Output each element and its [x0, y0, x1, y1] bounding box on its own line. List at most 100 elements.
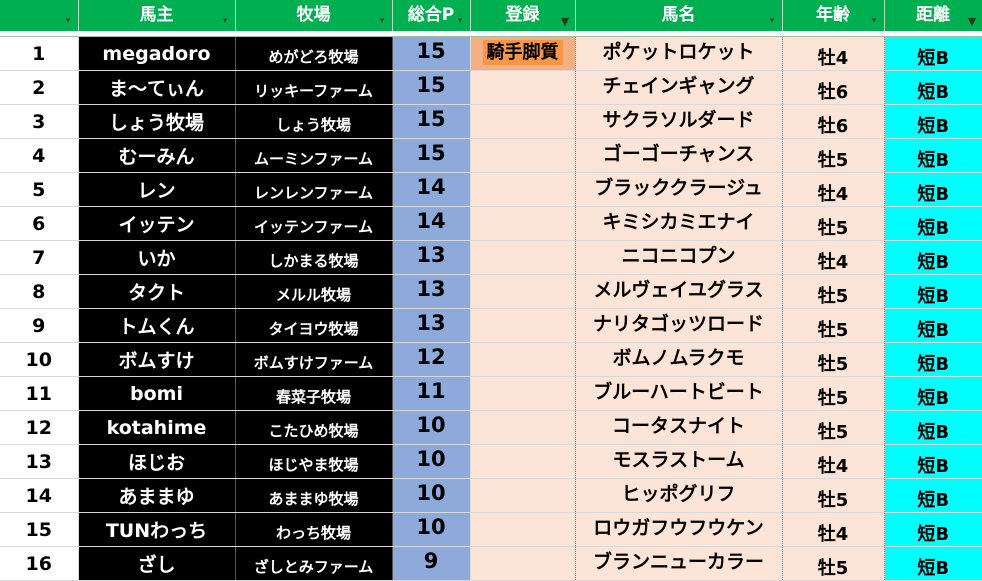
distance-cell[interactable]: 短B — [884, 240, 982, 275]
filter-dropdown-icon[interactable]: ▾ — [375, 14, 390, 28]
registration-cell[interactable] — [470, 104, 576, 139]
distance-cell[interactable]: 短B — [884, 104, 982, 139]
age-cell[interactable]: 牡5 — [782, 206, 885, 241]
filter-dropdown-icon[interactable]: ▾ — [218, 14, 233, 28]
filter-dropdown-icon[interactable]: ▾ — [765, 14, 780, 28]
registration-cell[interactable] — [470, 240, 576, 275]
distance-cell[interactable]: 短B — [884, 206, 982, 241]
filter-active-icon[interactable]: ▼ — [965, 14, 980, 28]
age-cell[interactable]: 牡5 — [782, 410, 885, 445]
owner-cell[interactable]: ざし — [78, 546, 236, 581]
distance-cell[interactable]: 短B — [884, 512, 982, 547]
farm-cell[interactable]: ざしとみファーム — [235, 546, 393, 581]
owner-cell[interactable]: TUNわっち — [78, 512, 236, 547]
farm-cell[interactable]: 春菜子牧場 — [235, 376, 393, 411]
owner-cell[interactable]: あままゆ — [78, 478, 236, 513]
registration-cell[interactable] — [470, 376, 576, 411]
distance-cell[interactable]: 短B — [884, 70, 982, 105]
age-cell[interactable]: 牡5 — [782, 274, 885, 309]
row-number[interactable]: 11 — [0, 376, 79, 411]
filter-active-icon[interactable]: ▼ — [558, 14, 573, 28]
points-cell[interactable]: 13 — [392, 240, 471, 275]
owner-cell[interactable]: ほじお — [78, 444, 236, 479]
horse-name-cell[interactable]: コータスナイト — [575, 410, 783, 445]
points-cell[interactable]: 13 — [392, 274, 471, 309]
age-cell[interactable]: 牡4 — [782, 444, 885, 479]
registration-cell[interactable] — [470, 342, 576, 377]
age-cell[interactable]: 牡4 — [782, 36, 885, 71]
distance-cell[interactable]: 短B — [884, 444, 982, 479]
points-cell[interactable]: 14 — [392, 206, 471, 241]
age-cell[interactable]: 牡5 — [782, 308, 885, 343]
age-cell[interactable]: 牡5 — [782, 342, 885, 377]
farm-cell[interactable]: リッキーファーム — [235, 70, 393, 105]
age-cell[interactable]: 牡5 — [782, 376, 885, 411]
row-number[interactable]: 2 — [0, 70, 79, 105]
distance-cell[interactable]: 短B — [884, 342, 982, 377]
distance-cell[interactable]: 短B — [884, 410, 982, 445]
owner-cell[interactable]: megadoro — [78, 36, 236, 71]
horse-name-cell[interactable]: チェインギャング — [575, 70, 783, 105]
farm-cell[interactable]: しょう牧場 — [235, 104, 393, 139]
farm-cell[interactable]: タイヨウ牧場 — [235, 308, 393, 343]
age-cell[interactable]: 牡5 — [782, 546, 885, 581]
horse-name-cell[interactable]: ニコニコプン — [575, 240, 783, 275]
owner-cell[interactable]: ボムすけ — [78, 342, 236, 377]
farm-cell[interactable]: メルル牧場 — [235, 274, 393, 309]
farm-cell[interactable]: わっち牧場 — [235, 512, 393, 547]
points-cell[interactable]: 10 — [392, 512, 471, 547]
horse-name-cell[interactable]: ポケットロケット — [575, 36, 783, 71]
farm-cell[interactable]: レンレンファーム — [235, 172, 393, 207]
farm-cell[interactable]: ムーミンファーム — [235, 138, 393, 173]
horse-name-cell[interactable]: メルヴェイユグラス — [575, 274, 783, 309]
points-cell[interactable]: 10 — [392, 410, 471, 445]
filter-dropdown-icon[interactable]: ▾ — [453, 14, 468, 28]
row-number[interactable]: 12 — [0, 410, 79, 445]
owner-cell[interactable]: むーみん — [78, 138, 236, 173]
points-cell[interactable]: 10 — [392, 444, 471, 479]
owner-cell[interactable]: いか — [78, 240, 236, 275]
horse-name-cell[interactable]: ボムノムラクモ — [575, 342, 783, 377]
distance-cell[interactable]: 短B — [884, 308, 982, 343]
points-cell[interactable]: 9 — [392, 546, 471, 581]
registration-cell[interactable] — [470, 172, 576, 207]
distance-cell[interactable]: 短B — [884, 274, 982, 309]
points-cell[interactable]: 13 — [392, 308, 471, 343]
farm-cell[interactable]: ほじやま牧場 — [235, 444, 393, 479]
farm-cell[interactable]: しかまる牧場 — [235, 240, 393, 275]
owner-cell[interactable]: トムくん — [78, 308, 236, 343]
filter-dropdown-icon[interactable]: ▾ — [61, 14, 76, 28]
horse-name-cell[interactable]: サクラソルダード — [575, 104, 783, 139]
distance-cell[interactable]: 短B — [884, 36, 982, 71]
age-cell[interactable]: 牡6 — [782, 104, 885, 139]
row-number[interactable]: 9 — [0, 308, 79, 343]
farm-cell[interactable]: こたひめ牧場 — [235, 410, 393, 445]
row-number[interactable]: 5 — [0, 172, 79, 207]
horse-name-cell[interactable]: ゴーゴーチャンス — [575, 138, 783, 173]
points-cell[interactable]: 15 — [392, 138, 471, 173]
horse-name-cell[interactable]: ナリタゴッツロード — [575, 308, 783, 343]
points-cell[interactable]: 15 — [392, 104, 471, 139]
row-number[interactable]: 16 — [0, 546, 79, 581]
registration-cell[interactable] — [470, 70, 576, 105]
points-cell[interactable]: 15 — [392, 70, 471, 105]
distance-cell[interactable]: 短B — [884, 376, 982, 411]
age-cell[interactable]: 牡5 — [782, 138, 885, 173]
row-number[interactable]: 3 — [0, 104, 79, 139]
age-cell[interactable]: 牡4 — [782, 512, 885, 547]
horse-name-cell[interactable]: キミシカミエナイ — [575, 206, 783, 241]
registration-cell[interactable]: 騎手脚質 — [470, 36, 576, 71]
registration-cell[interactable] — [470, 512, 576, 547]
horse-name-cell[interactable]: ブルーハートビート — [575, 376, 783, 411]
owner-cell[interactable]: タクト — [78, 274, 236, 309]
registration-cell[interactable] — [470, 274, 576, 309]
distance-cell[interactable]: 短B — [884, 172, 982, 207]
horse-name-cell[interactable]: ヒッポグリフ — [575, 478, 783, 513]
registration-cell[interactable] — [470, 478, 576, 513]
points-cell[interactable]: 11 — [392, 376, 471, 411]
owner-cell[interactable]: レン — [78, 172, 236, 207]
distance-cell[interactable]: 短B — [884, 546, 982, 581]
filter-dropdown-icon[interactable]: ▾ — [867, 14, 882, 28]
horse-name-cell[interactable]: ロウガフウフウケン — [575, 512, 783, 547]
row-number[interactable]: 10 — [0, 342, 79, 377]
